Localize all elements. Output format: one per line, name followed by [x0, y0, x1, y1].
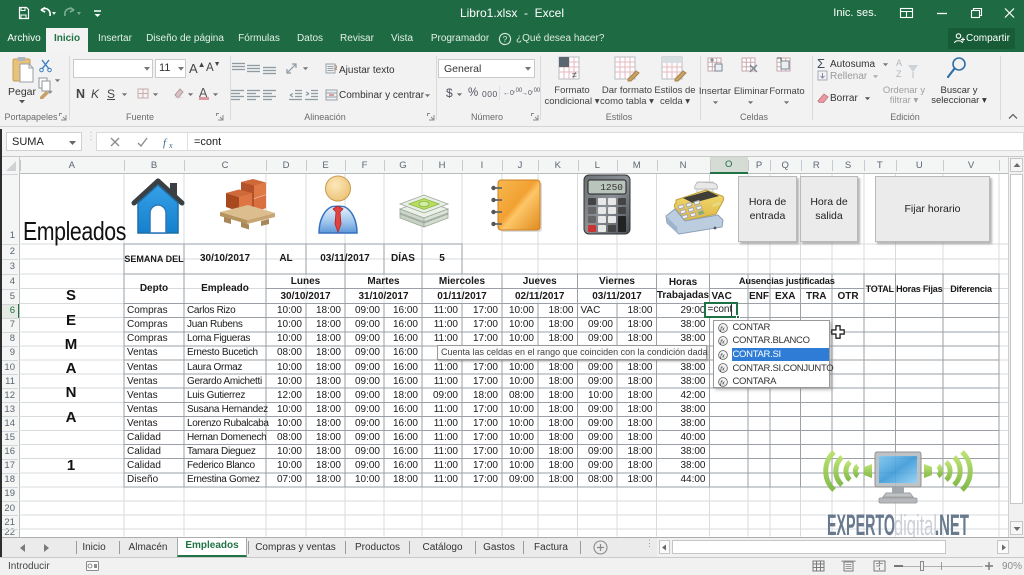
svg-text:EXPERTO: EXPERTO — [827, 509, 895, 540]
svg-text:fx: fx — [720, 338, 725, 345]
svg-text:A: A — [896, 58, 902, 68]
svg-text:fx: fx — [720, 366, 725, 373]
svg-text:?: ? — [503, 34, 508, 44]
svg-text:1250: 1250 — [600, 182, 623, 193]
svg-text:f: f — [163, 137, 168, 149]
svg-text:fx: fx — [720, 379, 725, 386]
svg-text:Z: Z — [896, 69, 902, 79]
svg-text:fx: fx — [720, 352, 725, 359]
svg-text:≠: ≠ — [572, 70, 577, 80]
svg-text:.NET: .NET — [935, 509, 969, 540]
svg-text:x: x — [168, 141, 173, 149]
svg-text:digital: digital — [894, 510, 937, 540]
svg-text:fx: fx — [720, 325, 725, 332]
